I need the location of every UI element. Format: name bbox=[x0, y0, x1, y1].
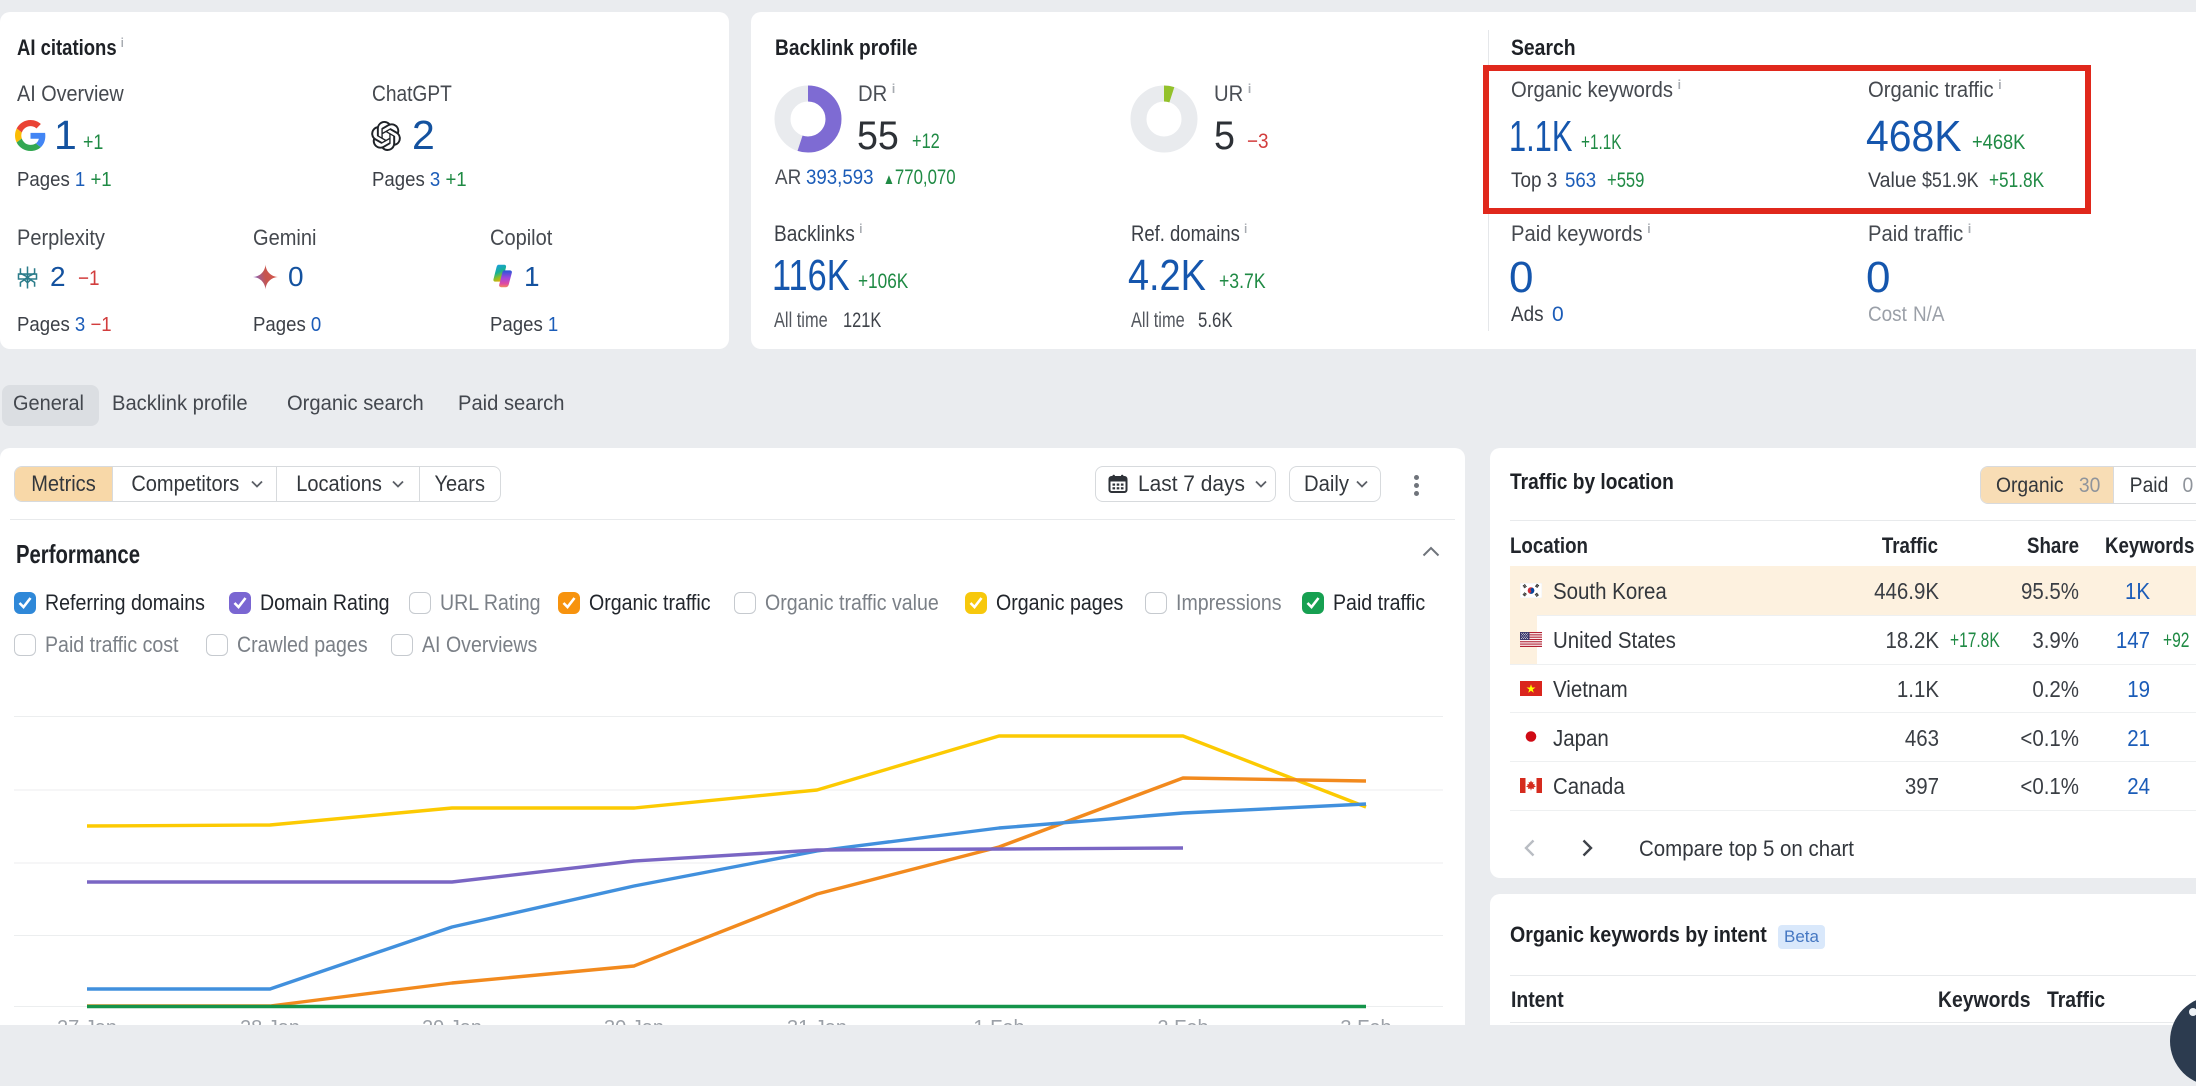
svg-text:3 Feb: 3 Feb bbox=[1340, 1017, 1391, 1025]
svg-text:31 Jan: 31 Jan bbox=[787, 1017, 847, 1025]
svg-text:30 Jan: 30 Jan bbox=[604, 1017, 664, 1025]
svg-text:1 Feb: 1 Feb bbox=[973, 1017, 1024, 1025]
svg-text:27 Jan: 27 Jan bbox=[57, 1017, 117, 1025]
svg-text:2 Feb: 2 Feb bbox=[1157, 1017, 1208, 1025]
svg-text:29 Jan: 29 Jan bbox=[422, 1017, 482, 1025]
svg-text:28 Jan: 28 Jan bbox=[240, 1017, 300, 1025]
